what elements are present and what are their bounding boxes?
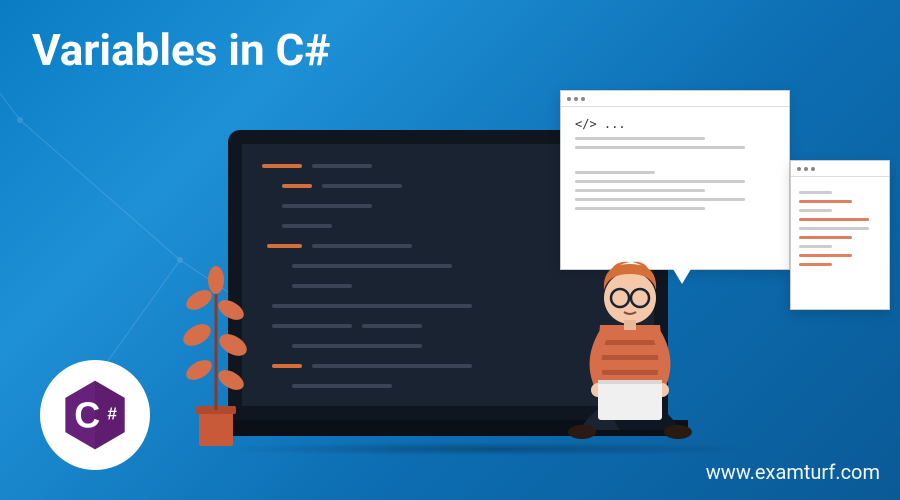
window-control-dot — [804, 167, 808, 171]
code-popup-side — [790, 160, 890, 310]
window-control-dot — [797, 167, 801, 171]
window-control-dot — [567, 97, 571, 101]
developer-illustration — [540, 230, 720, 450]
window-control-dot — [581, 97, 585, 101]
csharp-c-letter: C — [74, 395, 100, 435]
page-title: Variables in C# — [32, 24, 330, 76]
code-tag-symbol: </> — [575, 117, 597, 131]
csharp-logo-badge: C # — [40, 360, 150, 470]
watermark-url: www.examturf.com — [706, 460, 880, 484]
popup-titlebar — [791, 161, 889, 177]
popup-titlebar — [561, 91, 789, 107]
csharp-hash-symbol: # — [107, 404, 117, 424]
code-ellipsis: ... — [604, 117, 626, 131]
window-control-dot — [574, 97, 578, 101]
csharp-hexagon-icon: C # — [56, 376, 134, 454]
window-control-dot — [811, 167, 815, 171]
plant-illustration — [169, 250, 259, 450]
